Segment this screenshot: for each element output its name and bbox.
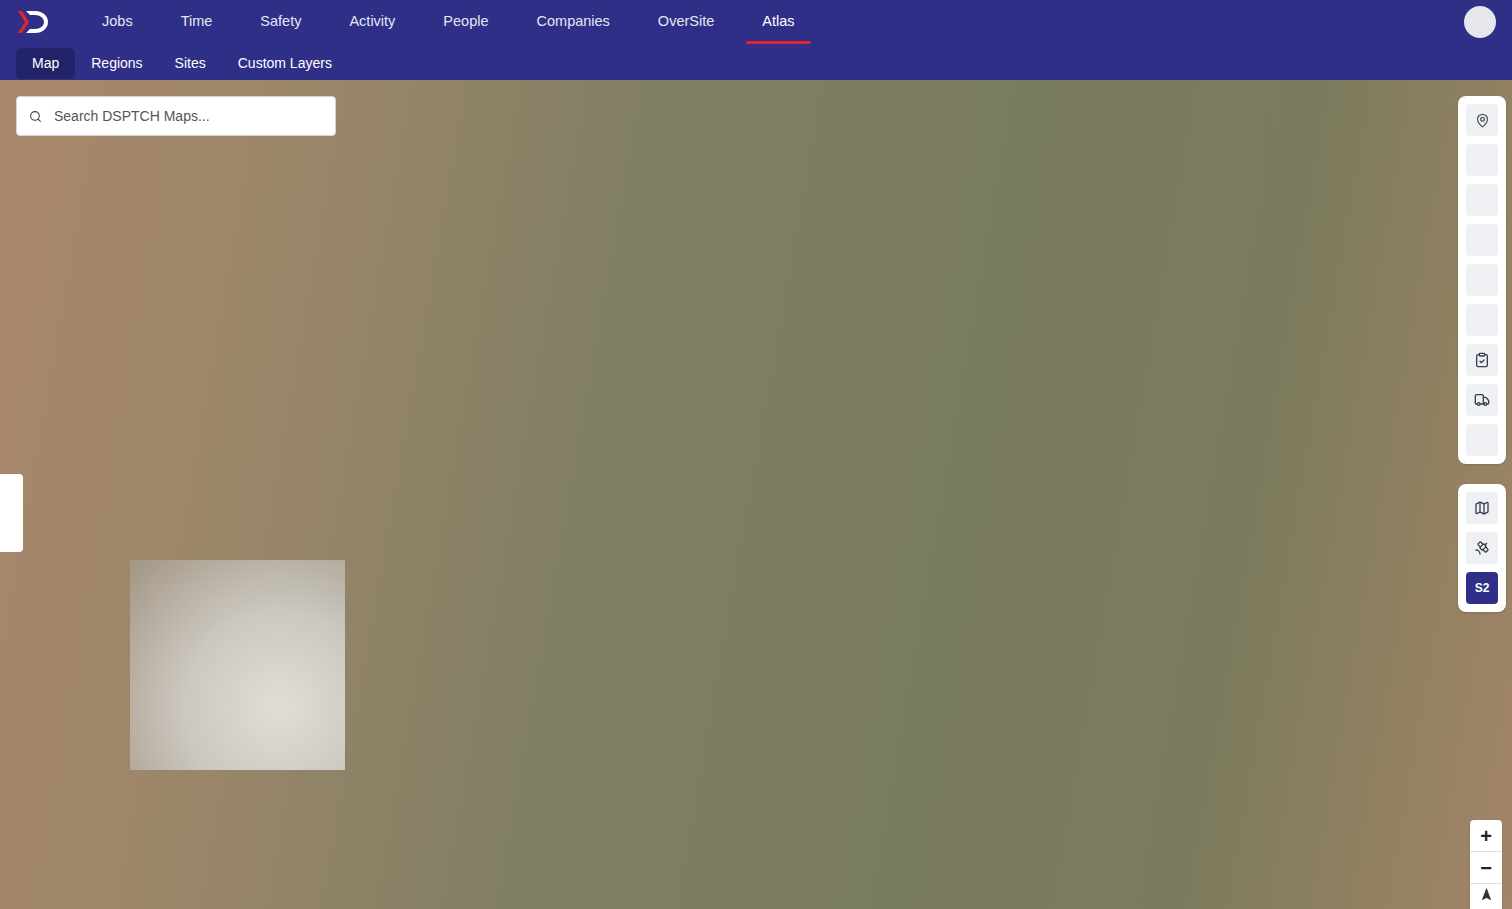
active-indicator — [746, 41, 810, 44]
nav-item[interactable]: Time — [165, 0, 229, 44]
subnav-item[interactable]: Map — [16, 48, 75, 79]
tool-panel — [1458, 96, 1506, 464]
layer-button[interactable] — [1466, 532, 1498, 564]
layer-button[interactable] — [1466, 492, 1498, 524]
nav-item[interactable]: Activity — [333, 0, 411, 44]
compass-button[interactable] — [1470, 884, 1502, 909]
tool-button[interactable] — [1466, 144, 1498, 176]
clipboard-check-icon — [1474, 352, 1490, 368]
nav-item[interactable]: OverSite — [642, 0, 730, 44]
map-area[interactable]: Search DSPTCH Maps... S2 +− — [0, 80, 1512, 909]
cloud-cover — [130, 560, 345, 770]
zoom-in-button[interactable]: + — [1470, 820, 1502, 852]
main-nav: Jobs Time Safety Activity People Companies Ove… — [86, 0, 811, 44]
tool-button[interactable] — [1466, 344, 1498, 376]
tool-button[interactable] — [1466, 304, 1498, 336]
zoom-out-button[interactable]: − — [1470, 852, 1502, 884]
tool-button[interactable] — [1466, 384, 1498, 416]
tool-button[interactable] — [1466, 184, 1498, 216]
layer-panel: S2 — [1458, 484, 1506, 612]
tool-button[interactable] — [1466, 224, 1498, 256]
app: Jobs Time Safety Activity People Companies Ove… — [0, 0, 1512, 909]
tool-button[interactable] — [1466, 264, 1498, 296]
truck-icon — [1474, 392, 1490, 408]
zoom-controls: +− — [1470, 820, 1502, 909]
nav-item[interactable]: Safety — [244, 0, 317, 44]
dsptch-logo-icon[interactable] — [16, 9, 50, 35]
tool-button[interactable] — [1466, 104, 1498, 136]
map-pin-icon — [1475, 113, 1490, 128]
search-icon — [29, 110, 42, 123]
top-nav: Jobs Time Safety Activity People Companies Ove… — [0, 0, 1512, 44]
nav-item[interactable]: Jobs — [86, 0, 149, 44]
subnav-item[interactable]: Custom Layers — [222, 48, 348, 79]
satellite-imagery — [0, 80, 1512, 909]
nav-item[interactable]: Atlas — [746, 0, 810, 44]
user-avatar[interactable] — [1464, 6, 1496, 38]
side-panel-toggle[interactable] — [0, 474, 23, 552]
compass-icon — [1480, 888, 1493, 901]
nav-item[interactable]: People — [427, 0, 504, 44]
tool-button[interactable] — [1466, 424, 1498, 456]
search-box[interactable]: Search DSPTCH Maps... — [16, 96, 336, 136]
sub-nav: MapRegionsSitesCustom Layers — [0, 44, 1512, 80]
map-icon — [1474, 500, 1490, 516]
subnav-item[interactable]: Sites — [159, 48, 222, 79]
nav-item[interactable]: Companies — [521, 0, 626, 44]
search-placeholder: Search DSPTCH Maps... — [54, 106, 210, 127]
layer-button[interactable]: S2 — [1466, 572, 1498, 604]
satellite-icon — [1474, 540, 1490, 556]
subnav-item[interactable]: Regions — [75, 48, 158, 79]
